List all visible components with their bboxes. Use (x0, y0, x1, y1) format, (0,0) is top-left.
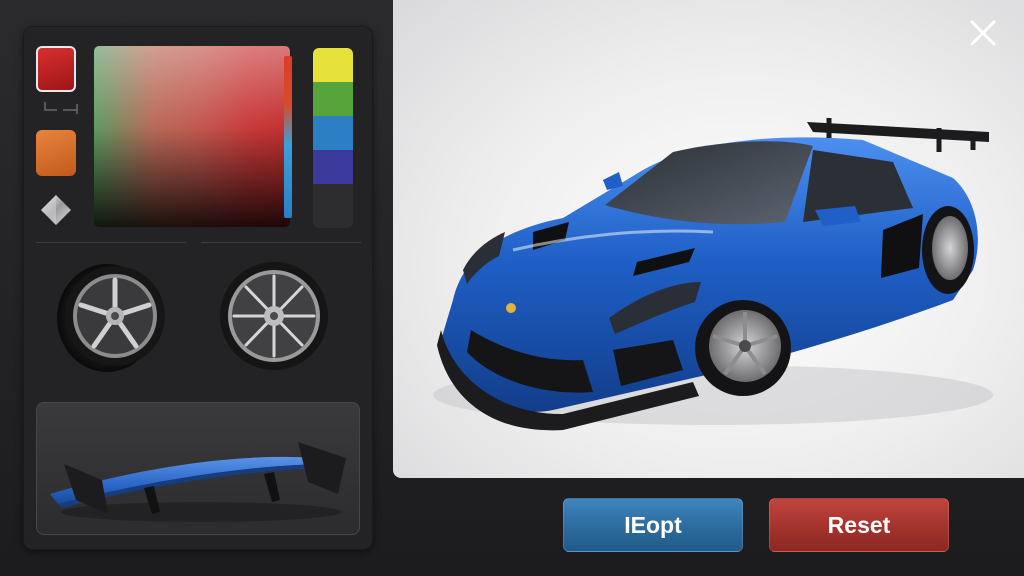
saturation-slider[interactable] (284, 56, 292, 218)
hue-yellow[interactable] (313, 48, 353, 82)
divider-right (201, 242, 361, 243)
wheel-option-multi-spoke[interactable] (215, 258, 333, 376)
wheel-option-split-spoke[interactable] (53, 258, 171, 376)
hue-palette-strip[interactable] (313, 48, 353, 228)
rear-wing-spoiler-icon (50, 442, 346, 522)
orange-color-swatch[interactable] (36, 130, 76, 176)
color-picker-field[interactable] (94, 46, 290, 227)
red-color-swatch[interactable] (36, 46, 76, 92)
metallic-finish-icon[interactable] (39, 193, 73, 227)
reset-button[interactable]: Reset (769, 498, 949, 552)
divider-left (36, 242, 186, 243)
apply-button[interactable]: IEopt (563, 498, 743, 552)
close-icon[interactable] (964, 14, 1002, 52)
customization-panel (23, 26, 373, 550)
spoiler-option-card[interactable] (36, 402, 360, 535)
hue-indigo[interactable] (313, 150, 353, 184)
hue-blue[interactable] (313, 116, 353, 150)
hue-dark[interactable] (313, 184, 353, 218)
blue-sports-car-image (433, 118, 993, 431)
link-icon (44, 102, 78, 114)
car-preview-viewport[interactable] (393, 0, 1024, 478)
hue-green[interactable] (313, 82, 353, 116)
